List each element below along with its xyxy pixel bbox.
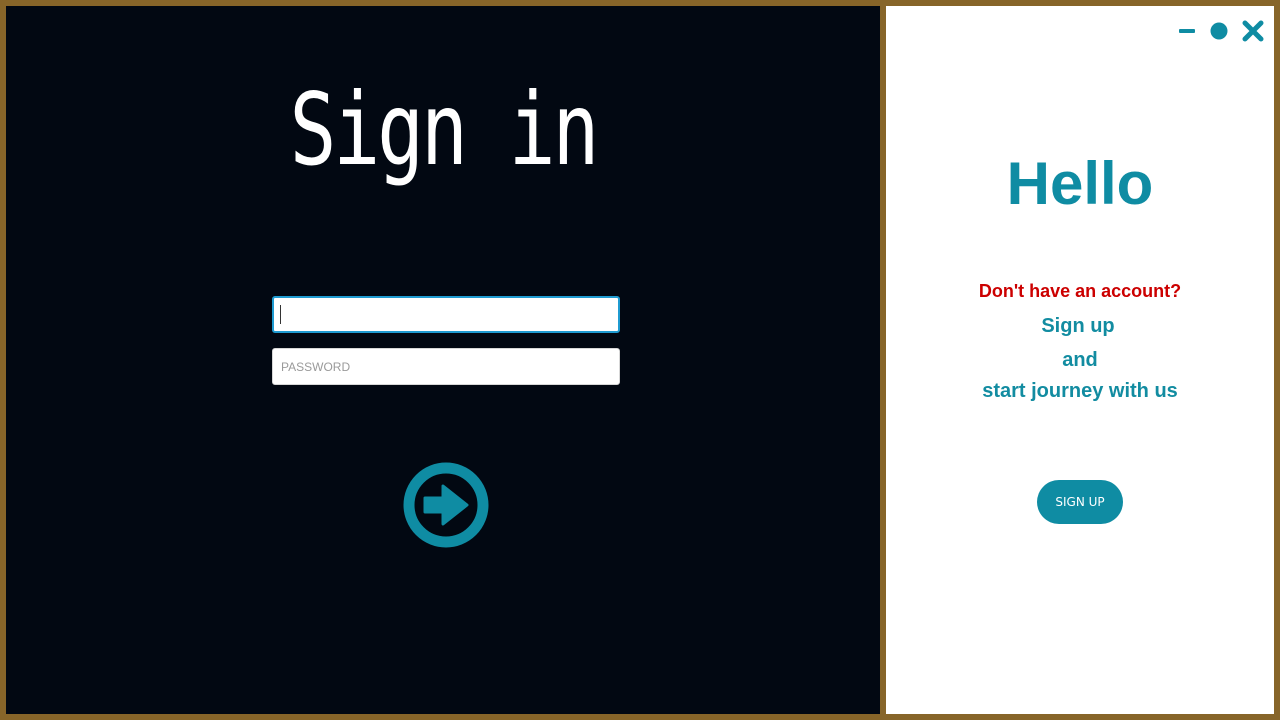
and-text: and bbox=[1062, 349, 1098, 371]
username-input[interactable] bbox=[272, 296, 620, 333]
sign-in-submit-button[interactable] bbox=[403, 462, 489, 548]
arrow-right-circle-icon bbox=[403, 462, 489, 548]
sign-up-button[interactable]: SIGN UP bbox=[1037, 480, 1123, 524]
sign-up-prompt: Sign up bbox=[1041, 315, 1115, 337]
journey-text: start journey with us bbox=[982, 380, 1178, 402]
minimize-icon[interactable] bbox=[1178, 22, 1196, 45]
window-controls bbox=[1178, 20, 1264, 47]
no-account-text: Don't have an account? bbox=[978, 281, 1182, 301]
maximize-icon[interactable] bbox=[1210, 22, 1228, 45]
text-caret bbox=[280, 305, 281, 324]
password-input[interactable] bbox=[272, 348, 620, 385]
sign-in-title: Sign in bbox=[289, 71, 599, 188]
close-icon[interactable] bbox=[1242, 20, 1264, 47]
greeting-heading: Hello bbox=[1006, 150, 1154, 217]
app-window: Sign in Hello Don't have an account? Sig… bbox=[0, 0, 1280, 720]
